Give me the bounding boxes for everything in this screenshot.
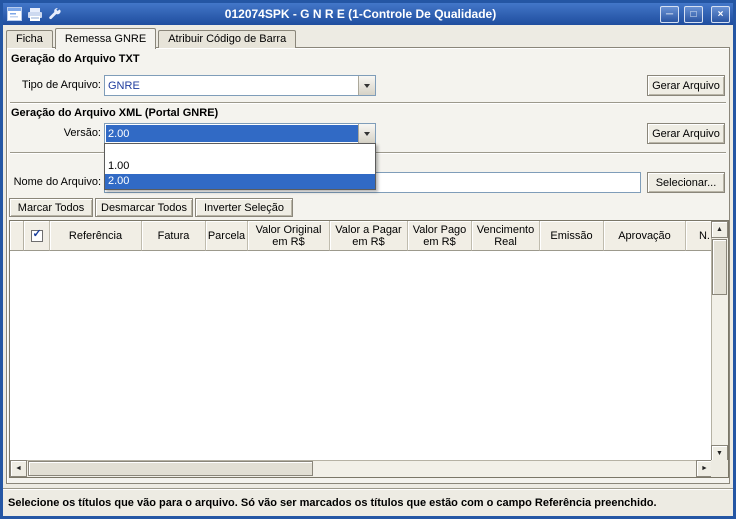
version-dropdown-list: 1.00 2.00 <box>104 143 376 190</box>
title-bar: 012074SPK - G N R E (1-Controle De Quali… <box>3 3 733 25</box>
close-button[interactable]: × <box>711 5 730 23</box>
mark-all-button[interactable]: Marcar Todos <box>9 198 93 217</box>
file-name-label: Nome do Arquivo: <box>13 176 101 188</box>
horizontal-scrollbar[interactable]: ◄ ► <box>10 460 713 477</box>
column-header[interactable]: Parcela <box>206 221 248 251</box>
version-option[interactable]: 2.00 <box>105 174 375 189</box>
tab-strip: Ficha Remessa GNRE Atribuir Código de Barr… <box>6 27 298 49</box>
select-all-checkbox[interactable] <box>30 228 43 242</box>
version-option[interactable]: 1.00 <box>105 159 375 174</box>
file-type-value: GNRE <box>108 79 140 92</box>
generate-txt-button[interactable]: Gerar Arquivo <box>647 75 725 96</box>
scroll-up-icon[interactable]: ▲ <box>711 221 728 238</box>
status-bar: Selecione os títulos que vão para o arqu… <box>3 488 733 516</box>
tab-remessa-gnre[interactable]: Remessa GNRE <box>54 28 157 49</box>
column-header[interactable]: Referência <box>50 221 142 251</box>
column-header[interactable]: Fatura <box>142 221 206 251</box>
vertical-scroll-thumb[interactable] <box>712 239 727 295</box>
chevron-down-icon[interactable] <box>358 76 375 95</box>
column-header[interactable]: Vencimento Real <box>472 221 540 251</box>
grid-body <box>10 251 728 462</box>
tab-atribuir-c-digo-de-barra[interactable]: Atribuir Código de Barra <box>158 30 297 48</box>
horizontal-scroll-thumb[interactable] <box>28 461 313 476</box>
column-header[interactable]: Valor a Pagar em R$ <box>330 221 408 251</box>
chevron-down-icon[interactable] <box>358 124 375 143</box>
status-text: Selecione os títulos que vão para o arqu… <box>8 496 657 509</box>
tab-page: Geração do Arquivo TXT Tipo de Arquivo: … <box>6 47 730 484</box>
version-combo[interactable]: 2.00 <box>104 123 376 144</box>
unmark-all-button[interactable]: Desmarcar Todos <box>95 198 193 217</box>
file-type-label: Tipo de Arquivo: <box>21 79 101 91</box>
file-type-combo[interactable]: GNRE <box>104 75 376 96</box>
version-value: 2.00 <box>106 125 358 142</box>
maximize-button[interactable]: □ <box>684 5 703 23</box>
select-all-cell <box>24 221 50 251</box>
grid-corner-cell <box>10 221 24 251</box>
data-grid: ReferênciaFaturaParcelaValor Original em… <box>9 220 729 478</box>
window-title: 012074SPK - G N R E (1-Controle De Quali… <box>224 7 497 21</box>
vertical-scrollbar[interactable]: ▲ ▼ <box>711 221 728 462</box>
column-header[interactable]: Valor Pago em R$ <box>408 221 472 251</box>
app-icon <box>6 6 23 22</box>
scrollbar-corner <box>711 460 728 477</box>
invert-selection-button[interactable]: Inverter Seleção <box>195 198 293 217</box>
tab-ficha[interactable]: Ficha <box>6 30 53 48</box>
client-area: Ficha Remessa GNRE Atribuir Código de Barr… <box>3 25 733 516</box>
column-header[interactable]: Aprovação <box>604 221 686 251</box>
divider <box>10 102 726 104</box>
app-window: 012074SPK - G N R E (1-Controle De Quali… <box>0 0 736 519</box>
column-header[interactable]: Valor Original em R$ <box>248 221 330 251</box>
select-file-button[interactable]: Selecionar... <box>647 172 725 193</box>
scroll-left-icon[interactable]: ◄ <box>10 460 27 477</box>
minimize-button[interactable]: ─ <box>660 5 679 23</box>
version-option[interactable] <box>105 144 375 159</box>
grid-header: ReferênciaFaturaParcelaValor Original em… <box>10 221 728 251</box>
version-label: Versão: <box>63 127 101 139</box>
print-icon[interactable] <box>26 6 43 22</box>
generate-xml-button[interactable]: Gerar Arquivo <box>647 123 725 144</box>
txt-section-title: Geração do Arquivo TXT <box>11 53 140 65</box>
xml-section-title: Geração do Arquivo XML (Portal GNRE) <box>11 107 219 119</box>
wrench-icon[interactable] <box>46 6 63 22</box>
column-header[interactable]: Emissão <box>540 221 604 251</box>
